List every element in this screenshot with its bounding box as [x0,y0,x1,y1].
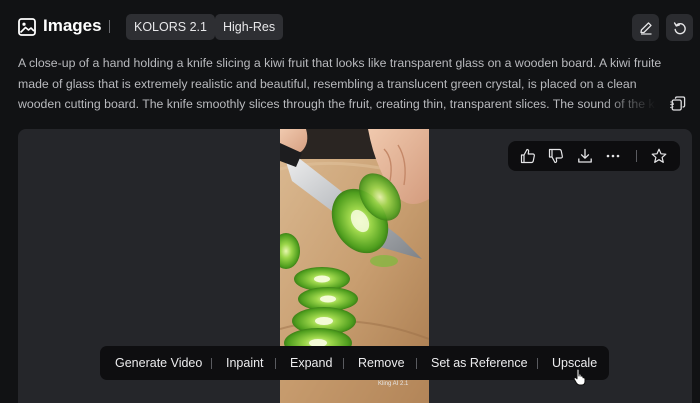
generate-video-button[interactable]: Generate Video [115,346,202,380]
prompt-text: A close-up of a hand holding a knife sli… [18,56,674,111]
star-icon[interactable] [651,148,667,164]
edit-button[interactable] [632,14,659,41]
image-tools-bar: Generate Video Inpaint Expand Remove Set… [100,346,609,380]
actions-divider [636,150,637,162]
model-badge[interactable]: KOLORS 2.1 [126,14,215,40]
set-as-reference-button[interactable]: Set as Reference [431,346,528,380]
tool-divider [537,358,538,369]
undo-button[interactable] [666,14,693,41]
inpaint-button[interactable]: Inpaint [226,346,264,380]
header: Images KOLORS 2.1 High-Res [0,0,700,54]
image-watermark: Kling AI 2.1 [378,381,409,387]
image-icon [18,18,36,36]
more-icon[interactable] [605,148,621,164]
copy-icon[interactable] [671,96,686,111]
thumbs-up-icon[interactable] [520,148,536,164]
thumbs-down-icon[interactable] [548,148,564,164]
undo-icon [673,21,686,34]
expand-button[interactable]: Expand [290,346,332,380]
hand-cursor-icon [573,368,586,386]
tool-divider [416,358,417,369]
tool-divider [343,358,344,369]
tool-divider [275,358,276,369]
tool-divider [211,358,212,369]
resolution-badge[interactable]: High-Res [215,14,284,40]
prompt-fade [600,94,670,114]
remove-button[interactable]: Remove [358,346,405,380]
download-icon[interactable] [577,148,593,164]
image-actions [508,141,680,171]
divider [109,20,110,33]
pencil-icon [639,21,652,35]
page-title: Images [43,16,102,35]
